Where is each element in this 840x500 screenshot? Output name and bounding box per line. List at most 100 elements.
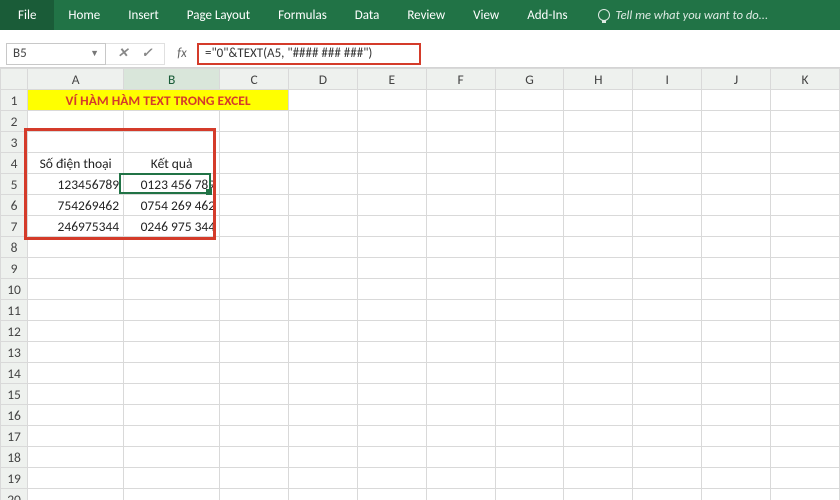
cell-B5[interactable]: 0123 456 789 xyxy=(124,174,220,195)
cell[interactable] xyxy=(495,300,564,321)
cell[interactable] xyxy=(28,426,124,447)
cell[interactable] xyxy=(633,279,702,300)
cell[interactable] xyxy=(220,132,289,153)
cell[interactable] xyxy=(124,237,220,258)
row-header-18[interactable]: 18 xyxy=(1,447,28,468)
cell[interactable] xyxy=(124,426,220,447)
cell[interactable] xyxy=(702,216,771,237)
cell[interactable] xyxy=(426,468,495,489)
cell[interactable] xyxy=(633,363,702,384)
cell[interactable] xyxy=(28,489,124,500)
cell[interactable] xyxy=(124,279,220,300)
cell[interactable] xyxy=(220,153,289,174)
cell[interactable] xyxy=(28,321,124,342)
cell[interactable] xyxy=(633,405,702,426)
cell[interactable] xyxy=(771,321,840,342)
cell[interactable] xyxy=(771,300,840,321)
cell[interactable] xyxy=(633,90,702,111)
tab-review[interactable]: Review xyxy=(393,0,459,30)
cell[interactable] xyxy=(357,153,426,174)
cell[interactable] xyxy=(357,132,426,153)
cell[interactable] xyxy=(220,426,289,447)
cell[interactable] xyxy=(288,258,357,279)
cell[interactable] xyxy=(288,174,357,195)
cell[interactable] xyxy=(220,258,289,279)
cell[interactable] xyxy=(564,279,633,300)
row-header-3[interactable]: 3 xyxy=(1,132,28,153)
cell[interactable] xyxy=(357,174,426,195)
cell[interactable] xyxy=(124,405,220,426)
cell[interactable] xyxy=(357,111,426,132)
cell[interactable] xyxy=(702,90,771,111)
cell[interactable] xyxy=(288,426,357,447)
cell[interactable] xyxy=(633,195,702,216)
cell[interactable] xyxy=(288,405,357,426)
cell[interactable] xyxy=(357,489,426,500)
cell[interactable] xyxy=(564,489,633,500)
cell[interactable] xyxy=(702,468,771,489)
cell[interactable] xyxy=(28,363,124,384)
cell[interactable] xyxy=(633,216,702,237)
cell-B7[interactable]: 0246 975 344 xyxy=(124,216,220,237)
cell[interactable] xyxy=(288,342,357,363)
cell[interactable] xyxy=(564,426,633,447)
cell[interactable] xyxy=(633,342,702,363)
cell[interactable] xyxy=(357,321,426,342)
col-header-B[interactable]: B xyxy=(124,69,220,90)
tab-insert[interactable]: Insert xyxy=(114,0,173,30)
row-header-4[interactable]: 4 xyxy=(1,153,28,174)
cell[interactable] xyxy=(28,447,124,468)
cell[interactable] xyxy=(564,237,633,258)
cell[interactable] xyxy=(426,111,495,132)
cell[interactable] xyxy=(220,111,289,132)
cell[interactable] xyxy=(288,468,357,489)
cell[interactable] xyxy=(564,90,633,111)
cell[interactable] xyxy=(357,363,426,384)
cell[interactable] xyxy=(28,468,124,489)
tab-addins[interactable]: Add-Ins xyxy=(513,0,581,30)
cell[interactable] xyxy=(426,90,495,111)
cell[interactable] xyxy=(28,258,124,279)
cell[interactable] xyxy=(771,468,840,489)
cell[interactable] xyxy=(426,132,495,153)
cell[interactable] xyxy=(564,405,633,426)
cell[interactable] xyxy=(426,426,495,447)
cell[interactable] xyxy=(771,174,840,195)
cell[interactable] xyxy=(124,300,220,321)
cell[interactable] xyxy=(426,489,495,500)
cell-A7[interactable]: 246975344 xyxy=(28,216,124,237)
cell[interactable] xyxy=(771,405,840,426)
cell[interactable] xyxy=(288,195,357,216)
tab-formulas[interactable]: Formulas xyxy=(264,0,341,30)
cell[interactable] xyxy=(220,300,289,321)
cell[interactable] xyxy=(426,279,495,300)
cell[interactable] xyxy=(28,279,124,300)
cell[interactable] xyxy=(288,384,357,405)
cell[interactable] xyxy=(357,405,426,426)
cell[interactable] xyxy=(124,342,220,363)
cell[interactable] xyxy=(702,342,771,363)
cell[interactable] xyxy=(633,237,702,258)
cell[interactable] xyxy=(426,384,495,405)
col-header-D[interactable]: D xyxy=(288,69,357,90)
cell[interactable] xyxy=(495,384,564,405)
row-header-12[interactable]: 12 xyxy=(1,321,28,342)
cell[interactable] xyxy=(771,279,840,300)
cell[interactable] xyxy=(495,342,564,363)
row-header-11[interactable]: 11 xyxy=(1,300,28,321)
cell[interactable] xyxy=(357,426,426,447)
cell[interactable] xyxy=(28,300,124,321)
cell[interactable] xyxy=(633,489,702,500)
col-header-J[interactable]: J xyxy=(702,69,771,90)
cell[interactable] xyxy=(495,153,564,174)
cell[interactable] xyxy=(288,132,357,153)
cell[interactable] xyxy=(633,174,702,195)
cell[interactable] xyxy=(288,300,357,321)
cell[interactable] xyxy=(564,195,633,216)
cell[interactable] xyxy=(288,363,357,384)
cell[interactable] xyxy=(357,279,426,300)
cell[interactable] xyxy=(220,468,289,489)
cell[interactable] xyxy=(564,300,633,321)
tab-page-layout[interactable]: Page Layout xyxy=(173,0,264,30)
col-header-E[interactable]: E xyxy=(357,69,426,90)
